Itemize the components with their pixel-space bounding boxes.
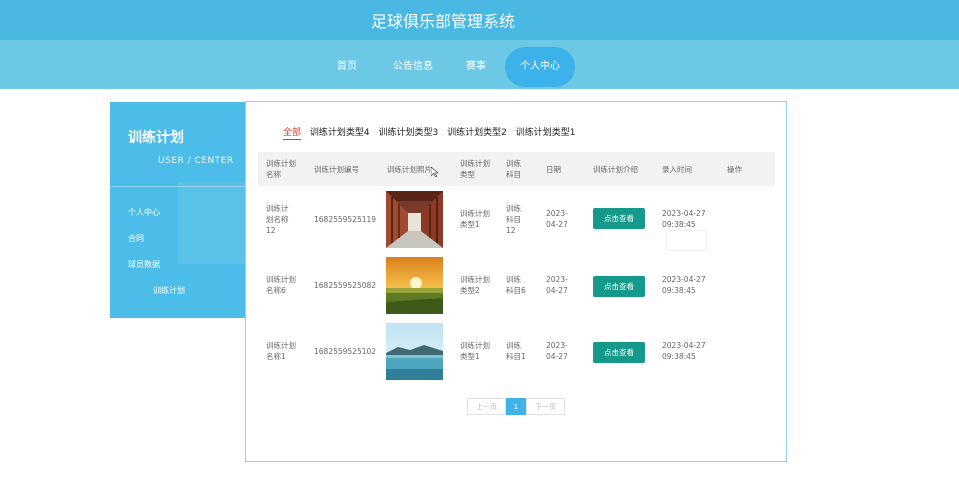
cell-time: 2023-04-27 09:38:45 [662, 209, 706, 229]
tab-type3[interactable]: 训练计划类型3 [379, 125, 439, 138]
column-header-type: 训练计划类型 [460, 159, 490, 179]
cell-type: 训练计划类型1 [460, 209, 490, 229]
sidebar-divider [110, 186, 245, 187]
view-intro-button[interactable]: 点击查看 [593, 208, 645, 229]
cell-subject: 训练科目6 [506, 275, 526, 295]
table-row: 训练计划名称1 1682559525102 训练计划类型1 训练科目1 2023… [258, 323, 775, 389]
cell-date: 2023-04-27 [546, 275, 568, 295]
tab-type2[interactable]: 训练计划类型2 [447, 125, 507, 138]
view-intro-button[interactable]: 点击查看 [593, 342, 645, 363]
cell-date: 2023-04-27 [546, 209, 568, 229]
nav-announcements[interactable]: 公告信息 [388, 47, 438, 87]
column-header-subject: 训练科目 [506, 159, 521, 179]
page-1-button[interactable]: 1 [506, 398, 526, 415]
cell-subject: 训练科目12 [506, 204, 521, 235]
site-title: 足球俱乐部管理系统 [370, 12, 515, 31]
main-nav: 首页 公告信息 赛事 个人中心 [0, 40, 959, 89]
column-header-action: 操作 [727, 165, 742, 174]
sidebar-subtitle: USER / CENTER [158, 156, 234, 166]
column-header-time: 录入时间 [662, 165, 692, 174]
sidebar-item-contract[interactable]: 合同 [128, 233, 144, 244]
next-page-button[interactable]: 下一页 [526, 398, 565, 415]
tab-type4[interactable]: 训练计划类型4 [310, 125, 370, 138]
content-panel: 全部 训练计划类型4 训练计划类型3 训练计划类型2 训练计划类型1 训练计划名… [245, 101, 787, 462]
pagination: 上一页 1 下一页 [467, 398, 565, 415]
tab-type1[interactable]: 训练计划类型1 [516, 125, 576, 138]
cell-code: 1682559525082 [314, 281, 377, 290]
nav-matches[interactable]: 赛事 [459, 47, 493, 87]
cell-date: 2023-04-27 [546, 341, 568, 361]
nav-personal-center[interactable]: 个人中心 [505, 47, 575, 87]
nav-home[interactable]: 首页 [327, 47, 367, 87]
column-header-date: 日期 [546, 165, 561, 174]
hover-tooltip [666, 230, 707, 251]
column-header-name: 训练计划名称 [266, 159, 296, 179]
cell-code: 1682559525102 [314, 347, 377, 356]
column-header-photo: 训练计划照片 [387, 165, 432, 174]
table-header: 训练计划名称 训练计划编号 训练计划照片 训练计划类型 训练科目 日期 训练计划… [258, 152, 775, 186]
cell-time: 2023-04-27 09:38:45 [662, 341, 706, 361]
lake-photo[interactable] [386, 323, 443, 380]
prev-page-button[interactable]: 上一页 [467, 398, 506, 415]
cell-code: 1682559525119 [314, 215, 377, 224]
cell-name: 训练计划名称12 [266, 204, 289, 235]
sunset-field-photo[interactable] [386, 257, 443, 314]
cell-type: 训练计划类型2 [460, 275, 490, 295]
tab-all[interactable]: 全部 [283, 125, 302, 140]
top-header: 足球俱乐部管理系统 [0, 0, 959, 40]
cell-time: 2023-04-27 09:38:45 [662, 275, 706, 295]
cell-name: 训练计划名称6 [266, 275, 296, 295]
cell-subject: 训练科目1 [506, 341, 526, 361]
sidebar-item-training-plan[interactable]: 训练计划 [153, 285, 185, 296]
column-header-intro: 训练计划介绍 [593, 165, 638, 174]
sidebar-title: 训练计划 [128, 130, 184, 146]
corridor-photo[interactable] [386, 191, 443, 248]
column-header-code: 训练计划编号 [314, 165, 359, 174]
view-intro-button[interactable]: 点击查看 [593, 276, 645, 297]
filter-tabs: 全部 训练计划类型4 训练计划类型3 训练计划类型2 训练计划类型1 [283, 125, 581, 140]
sidebar-item-player-data[interactable]: 球员数据 [128, 259, 160, 270]
sidebar-highlight [178, 182, 245, 264]
sidebar-item-personal-center[interactable]: 个人中心 [128, 207, 160, 218]
cell-type: 训练计划类型1 [460, 341, 490, 361]
mouse-cursor-icon [431, 167, 439, 177]
table-row: 训练计划名称6 1682559525082 训练计划类型2 训练科目6 2023… [258, 257, 775, 323]
cell-name: 训练计划名称1 [266, 341, 296, 361]
sidebar: 训练计划 USER / CENTER 个人中心 合同 球员数据 训练计划 [110, 102, 245, 318]
